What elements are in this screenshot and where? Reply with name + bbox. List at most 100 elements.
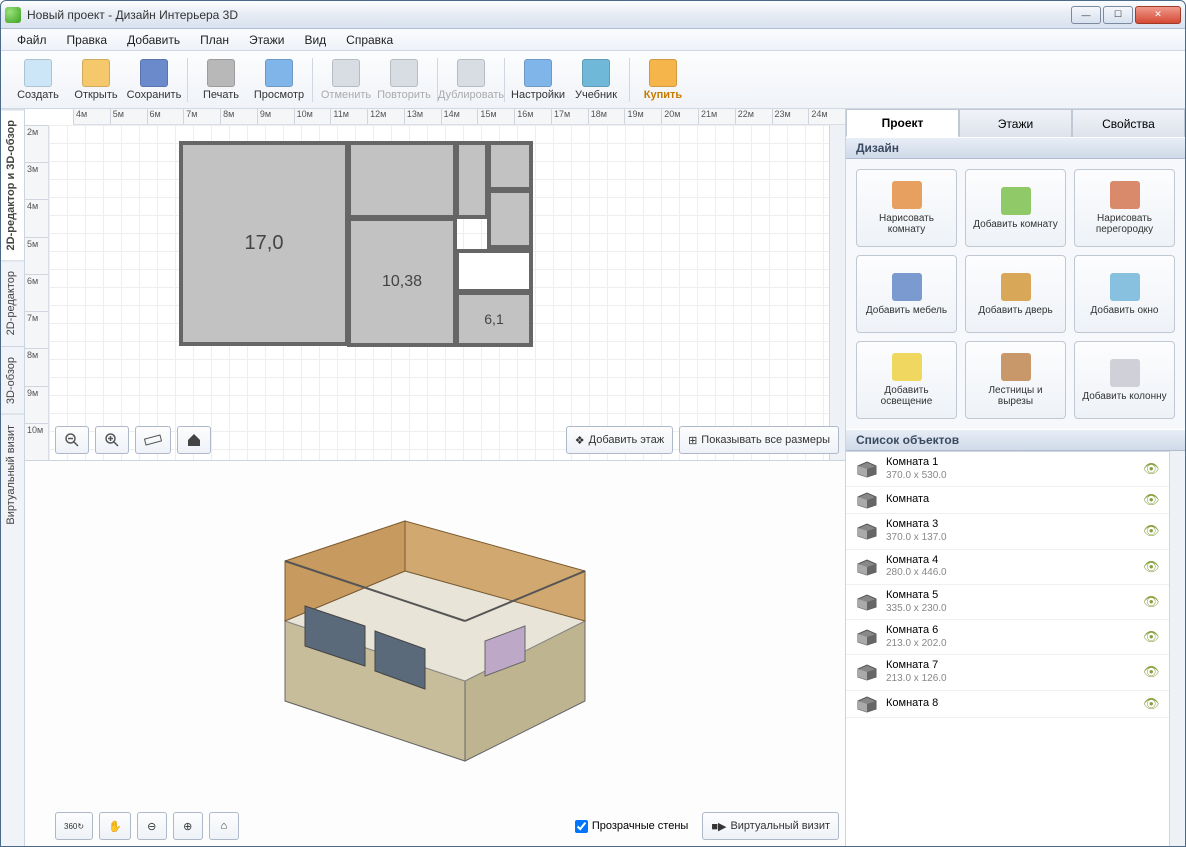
pan-button[interactable]: ✋ xyxy=(99,812,131,840)
add-window-button[interactable]: Добавить окно xyxy=(1074,255,1175,333)
scrollbar-2d-v[interactable] xyxy=(829,125,845,460)
draw-partition-icon xyxy=(1110,181,1140,209)
visibility-icon[interactable]: 👁 xyxy=(1143,523,1159,539)
add-floor-button[interactable]: ❖Добавить этаж xyxy=(566,426,673,454)
draw-partition-button[interactable]: Нарисовать перегородку xyxy=(1074,169,1175,247)
object-item-4[interactable]: Комната 5335.0 x 230.0👁 xyxy=(846,585,1169,620)
close-button[interactable]: ✕ xyxy=(1135,6,1181,24)
print-button[interactable]: Печать xyxy=(192,53,250,107)
ruler-v-mark: 3м xyxy=(25,162,48,199)
canvas-column: 4м5м6м7м8м9м10м11м12м13м14м15м16м17м18м1… xyxy=(25,109,845,846)
create-button[interactable]: Создать xyxy=(9,53,67,107)
duplicate-button[interactable]: Дублировать xyxy=(442,53,500,107)
undo-button[interactable]: Отменить xyxy=(317,53,375,107)
room-8[interactable] xyxy=(455,249,533,293)
visibility-icon[interactable]: 👁 xyxy=(1143,492,1159,508)
menu-План[interactable]: План xyxy=(192,31,237,49)
ruler-h-mark: 13м xyxy=(404,109,441,124)
redo-button[interactable]: Повторить xyxy=(375,53,433,107)
room-7[interactable] xyxy=(487,189,533,249)
object-name: Комната 3 xyxy=(886,518,1135,532)
right-tab-Свойства[interactable]: Свойства xyxy=(1072,109,1185,137)
object-item-5[interactable]: Комната 6213.0 x 202.0👁 xyxy=(846,620,1169,655)
ruler-button[interactable] xyxy=(135,426,171,454)
add-door-button[interactable]: Добавить дверь xyxy=(965,255,1066,333)
plan-canvas[interactable]: 17,0 10,38 6,1 xyxy=(49,125,829,460)
add-room-button[interactable]: Добавить комнату xyxy=(965,169,1066,247)
open-button[interactable]: Открыть xyxy=(67,53,125,107)
object-name: Комната 5 xyxy=(886,589,1135,603)
object-item-3[interactable]: Комната 4280.0 x 446.0👁 xyxy=(846,550,1169,585)
object-item-1[interactable]: Комната 👁 xyxy=(846,487,1169,514)
menu-Файл[interactable]: Файл xyxy=(9,31,55,49)
zoom-in-button[interactable] xyxy=(95,426,129,454)
zoom-in-3d-button[interactable]: ⊕ xyxy=(173,812,203,840)
home-3d-button[interactable]: ⌂ xyxy=(209,812,239,840)
ruler-h-mark: 21м xyxy=(698,109,735,124)
object-name: Комната 7 xyxy=(886,659,1135,673)
room-1[interactable]: 17,0 xyxy=(179,141,349,346)
object-item-7[interactable]: Комната 8👁 xyxy=(846,691,1169,718)
room-4[interactable] xyxy=(347,141,457,219)
visibility-icon[interactable]: 👁 xyxy=(1143,664,1159,680)
toolbar-separator xyxy=(312,58,313,102)
zoom-out-3d-button[interactable]: ⊖ xyxy=(137,812,167,840)
view-3d[interactable]: 360↻ ✋ ⊖ ⊕ ⌂ Прозрачные стены ■▶Виртуаль… xyxy=(25,461,845,846)
show-dimensions-button[interactable]: ⊞Показывать все размеры xyxy=(679,426,839,454)
save-button[interactable]: Сохранить xyxy=(125,53,183,107)
minimize-button[interactable]: — xyxy=(1071,6,1101,24)
ruler-h-mark: 18м xyxy=(588,109,625,124)
room-2[interactable]: 10,38 xyxy=(347,217,457,347)
toolbar-separator xyxy=(504,58,505,102)
add-column-button[interactable]: Добавить колонну xyxy=(1074,341,1175,419)
transparent-walls-checkbox[interactable]: Прозрачные стены xyxy=(575,820,688,833)
right-tab-Проект[interactable]: Проект xyxy=(846,109,959,137)
home-button[interactable] xyxy=(177,426,211,454)
view-3d-options: Прозрачные стены ■▶Виртуальный визит xyxy=(575,812,839,840)
visibility-icon[interactable]: 👁 xyxy=(1143,559,1159,575)
menu-Добавить[interactable]: Добавить xyxy=(119,31,188,49)
open-label: Открыть xyxy=(74,89,117,101)
zoom-out-button[interactable] xyxy=(55,426,89,454)
side-tab-1[interactable]: 2D-редактор xyxy=(1,260,24,345)
menu-Правка[interactable]: Правка xyxy=(59,31,116,49)
buy-button[interactable]: Купить xyxy=(634,53,692,107)
object-item-2[interactable]: Комната 3370.0 x 137.0👁 xyxy=(846,514,1169,549)
side-tab-3[interactable]: Виртуальный визит xyxy=(1,414,24,535)
visibility-icon[interactable]: 👁 xyxy=(1143,594,1159,610)
app-window: Новый проект - Дизайн Интерьера 3D — ☐ ✕… xyxy=(0,0,1186,847)
room-1-area: 17,0 xyxy=(245,232,284,255)
visibility-icon[interactable]: 👁 xyxy=(1143,629,1159,645)
right-tab-Этажи[interactable]: Этажи xyxy=(959,109,1072,137)
visibility-icon[interactable]: 👁 xyxy=(1143,696,1159,712)
draw-room-button[interactable]: Нарисовать комнату xyxy=(856,169,957,247)
add-lighting-button[interactable]: Добавить освещение xyxy=(856,341,957,419)
side-tab-2[interactable]: 3D-обзор xyxy=(1,346,24,414)
preview-button[interactable]: Просмотр xyxy=(250,53,308,107)
rotate-360-button[interactable]: 360↻ xyxy=(55,812,93,840)
object-item-6[interactable]: Комната 7213.0 x 126.0👁 xyxy=(846,655,1169,690)
create-label: Создать xyxy=(17,89,59,101)
menu-Этажи[interactable]: Этажи xyxy=(241,31,292,49)
tutorial-button[interactable]: Учебник xyxy=(567,53,625,107)
object-item-0[interactable]: Комната 1370.0 x 530.0👁 xyxy=(846,452,1169,487)
side-tab-0[interactable]: 2D-редактор и 3D-обзор xyxy=(1,109,24,260)
tutorial-label: Учебник xyxy=(575,89,617,101)
virtual-visit-button[interactable]: ■▶Виртуальный визит xyxy=(702,812,839,840)
ruler-h-mark: 12м xyxy=(367,109,404,124)
menu-Справка[interactable]: Справка xyxy=(338,31,401,49)
object-name: Комната xyxy=(886,493,1135,507)
menu-Вид[interactable]: Вид xyxy=(296,31,334,49)
object-list-scrollbar[interactable] xyxy=(1169,451,1185,846)
right-panel: ПроектЭтажиСвойства Дизайн Нарисовать ко… xyxy=(845,109,1185,846)
room-5[interactable] xyxy=(455,141,489,219)
room-3[interactable]: 6,1 xyxy=(455,291,533,347)
stairs-cutouts-button[interactable]: Лестницы и вырезы xyxy=(965,341,1066,419)
toolbar-separator xyxy=(629,58,630,102)
add-furniture-button[interactable]: Добавить мебель xyxy=(856,255,957,333)
settings-button[interactable]: Настройки xyxy=(509,53,567,107)
maximize-button[interactable]: ☐ xyxy=(1103,6,1133,24)
visibility-icon[interactable]: 👁 xyxy=(1143,461,1159,477)
room-6[interactable] xyxy=(487,141,533,191)
object-name: Комната 1 xyxy=(886,456,1135,470)
